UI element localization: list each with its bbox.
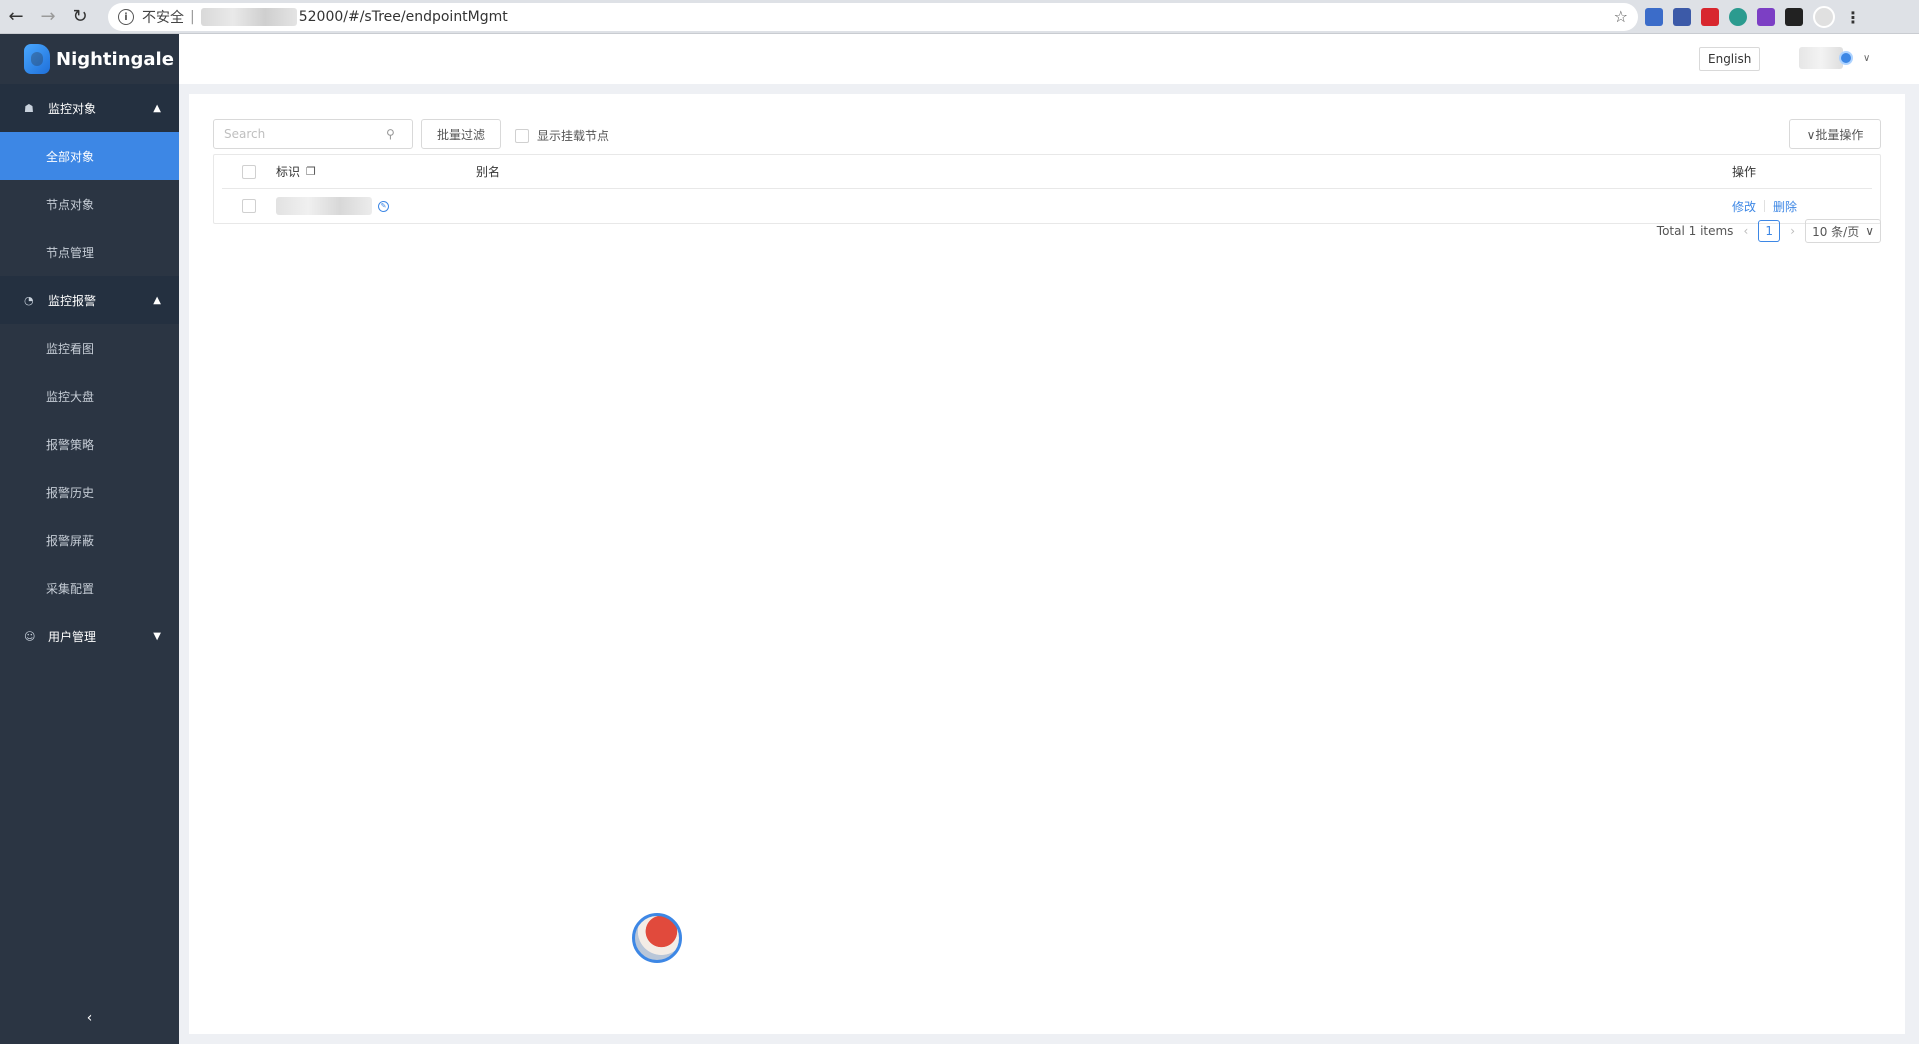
qr-extension-icon[interactable] xyxy=(1785,8,1803,26)
column-header-ident: 标识 xyxy=(276,165,301,179)
chevron-up-icon: ▲ xyxy=(153,294,161,306)
profile-avatar[interactable] xyxy=(1813,6,1835,28)
sidebar-group-label: 监控报警 xyxy=(48,293,97,308)
sidebar-item-collect-config[interactable]: 采集配置 xyxy=(0,564,179,612)
search-icon[interactable]: ⚲ xyxy=(386,127,395,141)
users-icon: ☺ xyxy=(24,629,36,643)
collapse-sidebar-icon[interactable]: ‹ xyxy=(0,1010,179,1026)
chevron-down-icon: ∨ xyxy=(1865,224,1874,238)
forward-icon[interactable]: → xyxy=(32,1,64,33)
save-extension-icon[interactable] xyxy=(1673,8,1691,26)
fe-extension-icon[interactable] xyxy=(1701,8,1719,26)
batch-filter-button[interactable]: 批量过滤 xyxy=(421,119,501,149)
globe-extension-icon[interactable] xyxy=(1729,8,1747,26)
sidebar: Nightingale ☗ 监控对象 ▲ 全部对象 节点对象 节点管理 ◔ 监控… xyxy=(0,34,179,1044)
page-1-button[interactable]: 1 xyxy=(1758,220,1781,242)
app-name: Nightingale xyxy=(56,48,174,70)
edit-link[interactable]: 修改 xyxy=(1732,198,1756,215)
sidebar-item-all-objects[interactable]: 全部对象 xyxy=(0,132,179,180)
pagination: Total 1 items ‹ 1 › 10 条/页 ∨ xyxy=(1657,219,1881,243)
translate-extension-icon[interactable] xyxy=(1645,8,1663,26)
sidebar-group-label: 用户管理 xyxy=(48,629,97,644)
user-menu[interactable]: ∨ xyxy=(1799,47,1870,69)
security-label: 不安全 xyxy=(142,10,184,26)
redacted-ident xyxy=(276,197,372,215)
sidebar-item-charts[interactable]: 监控看图 xyxy=(0,324,179,372)
content-panel: ⚲ 批量过滤 显示挂载节点 ∨批量操作 标识 ❐ 别名 操作 xyxy=(189,94,1905,1034)
sidebar-group-monitoring-alerts[interactable]: ◔ 监控报警 ▲ xyxy=(0,276,179,324)
logo-mark-icon xyxy=(24,44,50,74)
next-page-icon[interactable]: › xyxy=(1790,224,1795,238)
show-mount-nodes-label: 显示挂载节点 xyxy=(537,129,610,143)
ops-divider xyxy=(1764,200,1766,212)
total-items-label: Total 1 items xyxy=(1656,224,1734,238)
batch-operations-button[interactable]: ∨批量操作 xyxy=(1789,119,1881,149)
prev-page-icon[interactable]: ‹ xyxy=(1743,224,1748,238)
show-mount-nodes-checkbox[interactable] xyxy=(515,128,529,143)
address-bar[interactable]: i 不安全 | 52000/#/sTree/endpointMgmt ☆ xyxy=(108,3,1638,31)
redacted-username xyxy=(1799,47,1843,69)
endpoints-table: 标识 ❐ 别名 操作 ✎ 修改 删除 xyxy=(213,154,1881,224)
main-area: English ∨ ⚲ 批量过滤 显示挂载节点 ∨批量操作 标识 xyxy=(179,34,1919,1044)
sidebar-item-node-management[interactable]: 节点管理 xyxy=(0,228,179,276)
reload-icon[interactable]: ↻ xyxy=(64,1,96,33)
delete-link[interactable]: 删除 xyxy=(1773,198,1797,215)
url-text: 52000/#/sTree/endpointMgmt xyxy=(298,9,508,25)
browser-toolbar: ← → ↻ i 不安全 | 52000/#/sTree/endpointMgmt… xyxy=(0,0,1919,34)
table-toolbar: ⚲ 批量过滤 显示挂载节点 ∨批量操作 xyxy=(213,119,1881,149)
sidebar-item-alert-history[interactable]: 报警历史 xyxy=(0,468,179,516)
info-icon[interactable]: i xyxy=(118,9,134,25)
chevron-down-icon: ▼ xyxy=(153,630,161,642)
sidebar-item-alert-strategies[interactable]: 报警策略 xyxy=(0,420,179,468)
table-row: ✎ 修改 删除 xyxy=(222,189,1872,223)
edit-alias-icon[interactable]: ✎ xyxy=(378,200,389,212)
top-header: English ∨ xyxy=(179,34,1919,84)
floating-assistant-avatar[interactable] xyxy=(632,913,682,963)
page-size-select[interactable]: 10 条/页 ∨ xyxy=(1805,219,1881,243)
bookmark-star-icon[interactable]: ☆ xyxy=(1614,7,1628,26)
sidebar-group-label: 监控对象 xyxy=(48,101,97,116)
column-header-ops: 操作 xyxy=(1732,165,1757,179)
sidebar-item-alert-silence[interactable]: 报警屏蔽 xyxy=(0,516,179,564)
sidebar-item-node-objects[interactable]: 节点对象 xyxy=(0,180,179,228)
extensions-bar: ⋮ xyxy=(1645,6,1861,28)
column-header-alias: 别名 xyxy=(476,165,501,179)
user-avatar xyxy=(1839,51,1853,65)
row-checkbox[interactable] xyxy=(242,199,256,213)
page-size-label: 10 条/页 xyxy=(1812,224,1860,239)
redacted-host xyxy=(200,8,297,26)
objects-icon: ☗ xyxy=(24,101,34,115)
sidebar-item-screens[interactable]: 监控大盘 xyxy=(0,372,179,420)
sidebar-group-monitored-objects[interactable]: ☗ 监控对象 ▲ xyxy=(0,84,179,132)
chevron-down-icon: ∨ xyxy=(1863,52,1871,64)
select-all-checkbox[interactable] xyxy=(242,164,256,179)
language-switch-button[interactable]: English xyxy=(1699,47,1761,71)
search-box[interactable]: ⚲ xyxy=(213,119,413,149)
copy-icon[interactable]: ❐ xyxy=(306,165,316,178)
app-logo[interactable]: Nightingale xyxy=(0,34,179,84)
back-icon[interactable]: ← xyxy=(0,1,32,33)
table-header-row: 标识 ❐ 别名 操作 xyxy=(222,155,1872,189)
rp-extension-icon[interactable] xyxy=(1757,8,1775,26)
sidebar-group-user-management[interactable]: ☺ 用户管理 ▼ xyxy=(0,612,179,660)
show-mount-nodes-toggle[interactable]: 显示挂载节点 xyxy=(515,127,609,144)
chevron-up-icon: ▲ xyxy=(153,102,161,114)
url-separator: | xyxy=(190,9,195,25)
browser-menu-icon[interactable]: ⋮ xyxy=(1845,8,1861,27)
dashboard-gauge-icon: ◔ xyxy=(24,293,34,307)
search-input[interactable] xyxy=(214,127,384,141)
